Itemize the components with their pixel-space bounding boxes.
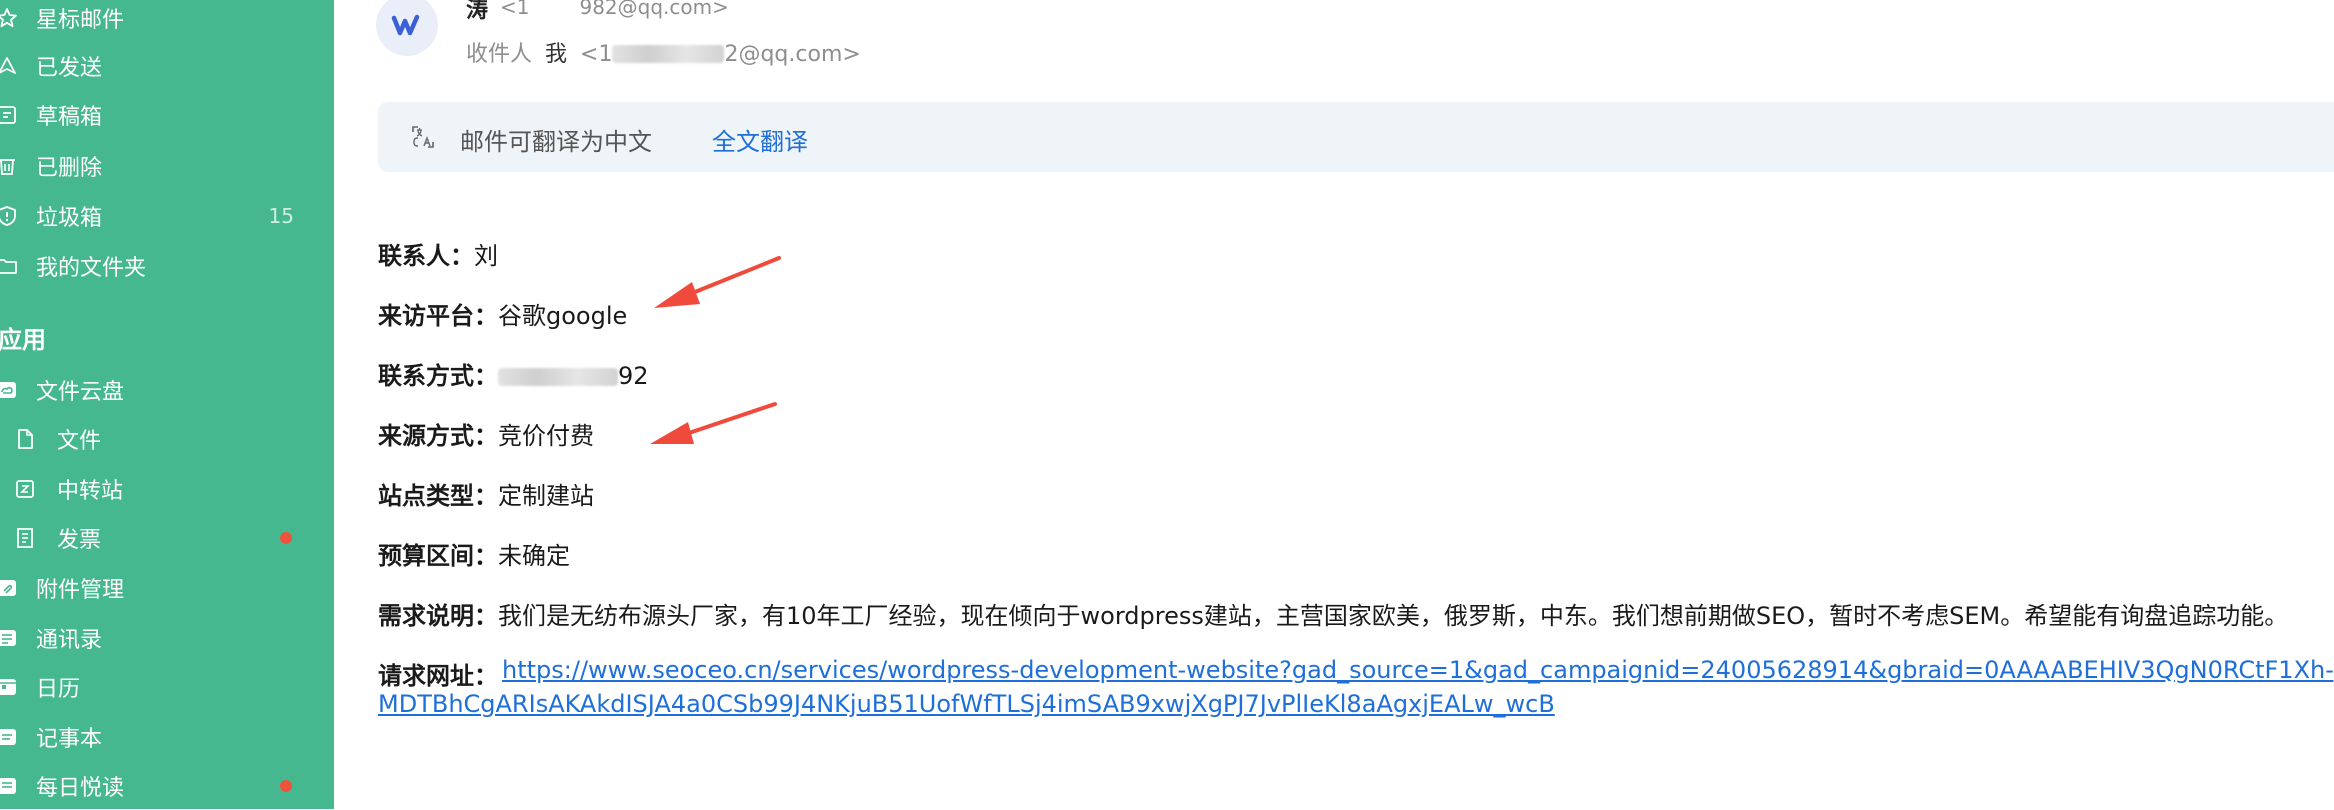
sidebar-item-label: 已删除 [36,156,103,181]
translate-icon [410,124,436,154]
redacted-text [612,45,725,63]
field-url: 请求网址： [378,656,498,691]
sidebar-item-label: 通讯录 [36,628,103,653]
notepad-icon [0,726,18,748]
sidebar-item-sent[interactable]: 已发送 [0,42,334,90]
sidebar-item-daily-reading[interactable]: 每日悦读 [0,762,334,810]
field-requirement: 需求说明：我们是无纺布源头厂家，有10年工厂经验，现在倾向于wordpress建… [378,596,2288,631]
attachment-icon [0,577,18,599]
sidebar-item-label: 附件管理 [36,578,125,603]
annotation-arrow [650,402,777,444]
sidebar-item-label: 文件 [57,429,102,454]
sidebar-item-label: 草稿箱 [36,105,103,130]
field-label: 请求网址： [378,662,498,690]
sidebar-item-label: 每日悦读 [36,776,125,801]
field-label: 来源方式： [378,422,498,450]
sidebar-item-cloud-drive[interactable]: 文件云盘 [0,366,334,414]
folder-icon [0,255,18,277]
request-url-link-continued[interactable]: MDTBhCgARIsAKAkdISJA4a0CSb99J4NKjuB51Uof… [378,690,1555,718]
sidebar-item-files[interactable]: 文件 [0,415,334,463]
recipient-label: 收件人 [466,42,533,67]
sidebar-item-label: 我的文件夹 [36,256,147,281]
recipient-name[interactable]: 我 [545,42,567,67]
translate-prompt: 邮件可翻译为中文 [460,128,652,156]
sidebar-item-calendar[interactable]: 日历 [0,663,334,711]
redacted-text [498,368,618,386]
field-platform: 来访平台：谷歌google [378,296,627,331]
avatar[interactable] [376,0,438,56]
field-value: 定制建站 [498,482,594,510]
sidebar-item-label: 已发送 [36,56,103,81]
field-value: 刘 [474,242,498,270]
field-value: 92 [618,362,649,390]
spam-icon [0,205,18,227]
sender-logo-icon [391,14,420,36]
sender-name[interactable]: 涛 [466,0,488,24]
field-source: 来源方式：竞价付费 [378,416,594,451]
trash-icon [0,155,18,177]
field-contact: 联系人：刘 [378,236,498,271]
field-label: 来访平台： [378,302,498,330]
file-icon [14,428,36,450]
field-value: 未确定 [498,542,570,570]
sidebar-item-label: 日历 [36,677,81,702]
field-phone: 联系方式： 92 [378,356,649,391]
notification-dot [280,532,292,544]
sidebar-item-label: 星标邮件 [36,8,125,33]
annotation-arrow [654,256,781,308]
sidebar-item-contacts[interactable]: 通讯录 [0,614,334,662]
field-label: 联系方式： [378,362,498,390]
draft-icon [0,104,18,126]
notification-dot [280,780,292,792]
sidebar-item-label: 中转站 [57,479,124,504]
sidebar-item-attachments[interactable]: 附件管理 [0,564,334,612]
request-url-link[interactable]: https://www.seoceo.cn/services/wordpress… [502,656,2334,684]
sidebar-item-label: 记事本 [36,727,103,752]
recipient-email-prefix: <1 [580,42,613,67]
sender-email[interactable]: <1 982@qq.com> [500,0,729,19]
sidebar-item-drafts[interactable]: 草稿箱 [0,91,334,139]
calendar-icon [0,676,18,698]
sidebar-item-invoice[interactable]: 发票 [0,514,334,562]
field-value: 谷歌google [498,302,628,330]
recipient-row: 收件人 我 <1 2@qq.com> [466,36,861,68]
sidebar: 星标邮件 已发送 草稿箱 已删除 垃圾箱 15 我的文件夹 应用 文件云盘 文件… [0,0,334,809]
star-icon [0,7,18,29]
sidebar-item-transfer[interactable]: 中转站 [0,465,334,513]
sidebar-item-deleted[interactable]: 已删除 [0,142,334,190]
contacts-icon [0,627,18,649]
field-label: 需求说明： [378,602,498,630]
translate-full-link[interactable]: 全文翻译 [712,122,808,157]
transfer-icon [14,478,36,500]
sidebar-item-label: 垃圾箱 [36,206,103,231]
sidebar-item-label: 文件云盘 [36,380,125,405]
field-label: 联系人： [378,242,474,270]
sidebar-item-my-folders[interactable]: 我的文件夹 [0,242,334,290]
spam-count: 15 [268,204,294,228]
email-reading-pane: 涛 <1 982@qq.com> 收件人 我 <1 2@qq.com> 邮件可翻译… [334,0,2334,809]
send-icon [0,55,18,77]
field-value: 我们是无纺布源头厂家，有10年工厂经验，现在倾向于wordpress建站，主营国… [498,602,2289,630]
translate-banner: 邮件可翻译为中文 全文翻译 [378,102,2334,172]
sidebar-item-spam[interactable]: 垃圾箱 15 [0,192,334,240]
field-label: 预算区间： [378,542,498,570]
field-budget: 预算区间：未确定 [378,536,570,571]
apps-section-title: 应用 [0,326,46,354]
invoice-icon [14,527,36,549]
field-value: 竞价付费 [498,422,594,450]
field-site-type: 站点类型：定制建站 [378,476,594,511]
cloud-drive-icon [0,379,18,401]
sidebar-item-starred[interactable]: 星标邮件 [0,0,334,42]
reading-icon [0,775,18,797]
field-label: 站点类型： [378,482,498,510]
sidebar-item-label: 发票 [57,528,102,553]
recipient-email-suffix: 2@qq.com> [724,42,861,67]
sidebar-item-notepad[interactable]: 记事本 [0,713,334,761]
